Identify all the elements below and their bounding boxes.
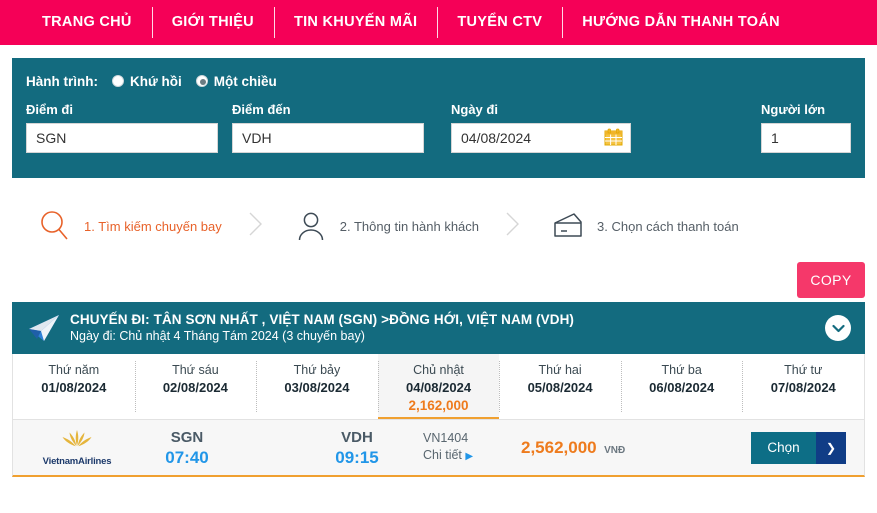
journey-type-row: Hành trình: Khứ hồi Một chiều bbox=[26, 70, 851, 92]
destination-field-group: Điểm đến bbox=[232, 102, 424, 153]
date-cell-dow: Thứ sáu bbox=[172, 363, 219, 377]
date-cell-date: 07/08/2024 bbox=[770, 380, 836, 395]
step-separator-1-icon bbox=[246, 210, 266, 243]
airline-name: VietnamAirlines bbox=[42, 456, 112, 467]
date-cell-dow: Thứ bảy bbox=[293, 363, 341, 377]
arrival-leg: VDH 09:15 bbox=[301, 428, 413, 468]
radio-one-way-label: Một chiều bbox=[213, 73, 277, 89]
date-cell[interactable]: Thứ năm 01/08/2024 bbox=[13, 354, 135, 419]
search-icon bbox=[34, 209, 76, 243]
date-cell[interactable]: Thứ hai 05/08/2024 bbox=[499, 354, 621, 419]
main-navigation: TRANG CHỦ GIỚI THIỆU TIN KHUYẾN MÃI TUYỂ… bbox=[0, 0, 877, 45]
arrival-airport-code: VDH bbox=[341, 428, 373, 446]
date-cell-price: 2,162,000 bbox=[408, 398, 469, 413]
trip-title: CHUYẾN ĐI: TÂN SƠN NHẤT , VIỆT NAM (SGN)… bbox=[70, 312, 575, 327]
date-cell-date: 04/08/2024 bbox=[405, 380, 472, 395]
departure-leg: SGN 07:40 bbox=[131, 428, 243, 468]
date-selector-strip: Thứ năm 01/08/2024 Thứ sáu 02/08/2024 Th… bbox=[12, 354, 865, 420]
flight-result-row[interactable]: VietnamAirlines SGN 07:40 VDH 09:15 VN14… bbox=[12, 420, 865, 477]
radio-one-way-dot[interactable] bbox=[195, 75, 208, 87]
date-cell[interactable]: Thứ bảy 03/08/2024 bbox=[256, 354, 378, 419]
date-cell-dow: Chủ nhật bbox=[413, 363, 464, 377]
wallet-icon bbox=[547, 210, 589, 242]
flight-price-group: 2,562,000 VNĐ bbox=[515, 438, 751, 458]
select-flight-button[interactable]: Chọn ❯ bbox=[751, 431, 846, 464]
flight-results: CHUYẾN ĐI: TÂN SƠN NHẤT , VIỆT NAM (SGN)… bbox=[12, 302, 865, 477]
radio-round-trip-dot[interactable] bbox=[112, 75, 124, 87]
date-cell[interactable]: Thứ sáu 02/08/2024 bbox=[134, 354, 257, 419]
flight-info: VN1404 Chi tiết ▶ bbox=[423, 430, 515, 465]
nav-item-promo[interactable]: TIN KHUYẾN MÃI bbox=[273, 0, 437, 45]
step-separator-2-icon bbox=[503, 210, 523, 243]
step-search-flight[interactable]: 1. Tìm kiếm chuyến bay bbox=[34, 209, 222, 243]
airline-branding: VietnamAirlines bbox=[23, 428, 131, 467]
flight-detail-link[interactable]: Chi tiết ▶ bbox=[423, 447, 515, 465]
nav-item-payment-guide[interactable]: HƯỚNG DẪN THANH TOÁN bbox=[562, 0, 800, 45]
flight-detail-label: Chi tiết bbox=[423, 448, 462, 462]
origin-input[interactable] bbox=[26, 123, 218, 153]
chevron-down-icon[interactable] bbox=[825, 315, 851, 341]
origin-field-group: Điểm đi bbox=[26, 102, 218, 153]
date-cell-dow: Thứ ba bbox=[661, 363, 702, 377]
date-cell[interactable]: Thứ ba 06/08/2024 bbox=[620, 354, 743, 419]
step-payment-method[interactable]: 3. Chọn cách thanh toán bbox=[547, 210, 739, 242]
trip-subtitle: Ngày đi: Chủ nhật 4 Tháng Tám 2024 (3 ch… bbox=[70, 329, 365, 343]
journey-label: Hành trình: bbox=[26, 73, 98, 89]
adults-field-group: Người lớn bbox=[761, 102, 851, 153]
radio-round-trip[interactable]: Khứ hồi bbox=[112, 74, 182, 89]
date-cell-date: 01/08/2024 bbox=[41, 380, 107, 395]
date-cell-date: 03/08/2024 bbox=[284, 380, 350, 395]
radio-one-way[interactable]: Một chiều bbox=[195, 73, 277, 89]
step-search-flight-label: 1. Tìm kiếm chuyến bay bbox=[84, 218, 222, 234]
destination-label: Điểm đến bbox=[232, 102, 291, 117]
depart-date-label: Ngày đi bbox=[451, 102, 498, 117]
date-cell-dow: Thứ hai bbox=[538, 363, 582, 377]
paper-plane-icon bbox=[24, 313, 64, 343]
date-cell-date: 06/08/2024 bbox=[649, 380, 715, 395]
destination-input[interactable] bbox=[232, 123, 424, 153]
departure-time: 07:40 bbox=[165, 447, 209, 467]
adults-input[interactable] bbox=[761, 123, 851, 153]
copy-button[interactable]: COPY bbox=[797, 262, 865, 298]
lotus-icon bbox=[57, 428, 97, 455]
flight-number: VN1404 bbox=[423, 431, 469, 445]
step-passenger-info-label: 2. Thông tin hành khách bbox=[339, 218, 480, 234]
date-cell[interactable]: Thứ tư 07/08/2024 bbox=[742, 354, 864, 419]
date-cell-dow: Thứ tư bbox=[784, 363, 823, 377]
arrival-time: 09:15 bbox=[335, 447, 379, 467]
origin-label: Điểm đi bbox=[26, 102, 73, 117]
nav-item-home[interactable]: TRANG CHỦ bbox=[22, 0, 152, 45]
flight-price: 2,562,000 bbox=[521, 437, 597, 457]
select-flight-label: Chọn bbox=[751, 431, 816, 464]
booking-steps: 1. Tìm kiếm chuyến bay 2. Thông tin hành… bbox=[0, 190, 877, 262]
step-passenger-info[interactable]: 2. Thông tin hành khách bbox=[290, 209, 479, 243]
step-payment-method-label: 3. Chọn cách thanh toán bbox=[597, 218, 739, 234]
departure-airport-code: SGN bbox=[170, 428, 204, 446]
adults-label: Người lớn bbox=[761, 102, 826, 117]
flight-currency: VNĐ bbox=[604, 444, 626, 456]
chevron-right-icon: ❯ bbox=[816, 431, 846, 464]
flight-search-panel: Hành trình: Khứ hồi Một chiều Điểm đi Đi… bbox=[12, 58, 865, 178]
nav-item-about[interactable]: GIỚI THIỆU bbox=[151, 0, 274, 45]
date-cell-date: 05/08/2024 bbox=[527, 380, 593, 395]
calendar-icon[interactable] bbox=[604, 128, 623, 146]
radio-round-trip-label: Khứ hồi bbox=[130, 73, 182, 89]
depart-date-field-group: Ngày đi bbox=[451, 102, 631, 153]
date-cell-selected[interactable]: Chủ nhật 04/08/2024 2,162,000 bbox=[377, 354, 500, 419]
date-cell-date: 02/08/2024 bbox=[162, 380, 228, 395]
trip-header: CHUYẾN ĐI: TÂN SƠN NHẤT , VIỆT NAM (SGN)… bbox=[12, 302, 865, 354]
copy-row: COPY bbox=[0, 262, 877, 302]
nav-item-ctv[interactable]: TUYỂN CTV bbox=[437, 0, 562, 45]
triangle-right-icon: ▶ bbox=[465, 451, 474, 462]
person-icon bbox=[290, 209, 332, 243]
date-cell-dow: Thứ năm bbox=[48, 363, 100, 377]
